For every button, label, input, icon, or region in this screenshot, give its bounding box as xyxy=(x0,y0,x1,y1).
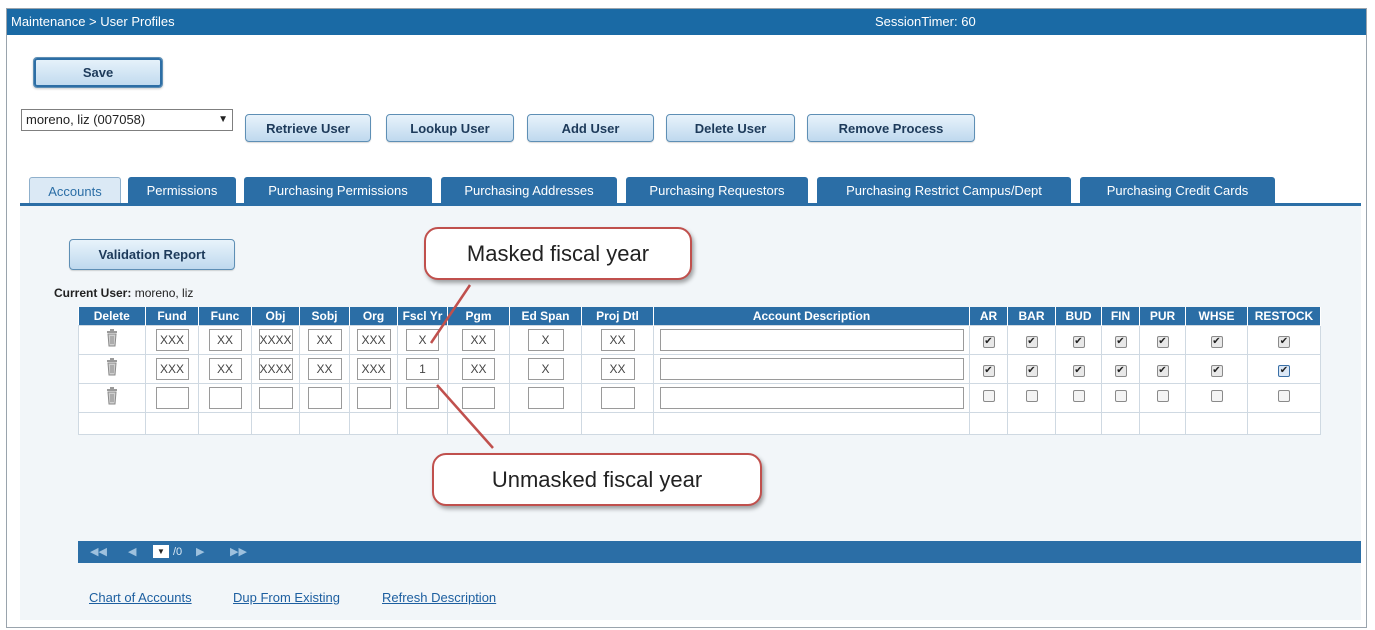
unmasked-leader-line xyxy=(436,384,494,449)
unmasked-fiscal-year-callout: Unmasked fiscal year xyxy=(432,453,762,506)
masked-fiscal-year-callout: Masked fiscal year xyxy=(424,227,692,280)
masked-leader-line xyxy=(429,284,472,344)
callout-leaders xyxy=(429,284,494,449)
